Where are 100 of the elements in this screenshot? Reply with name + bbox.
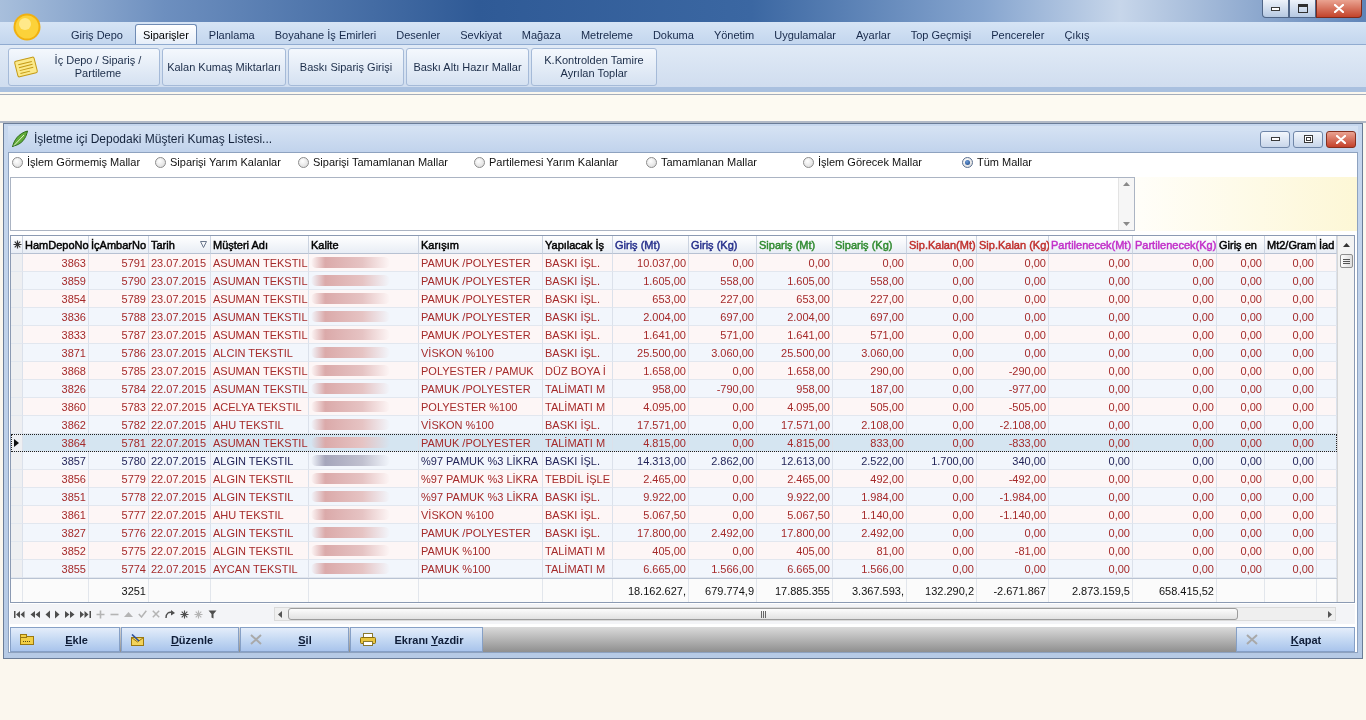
table-row[interactable]: 3868 5785 23.07.2015 ASUMAN TEKSTIL POLYESTER / PAMUK DÜZ BOYA İ 1.658,00 0,00 1.658,00 290,00 0,00 -290,00 0,00 0,00 0,00 0,00 [11,362,1337,380]
menu-tab[interactable]: Boyahane İş Emirleri [266,24,385,44]
table-row[interactable]: 3860 5783 22.07.2015 ACELYA TEKSTIL POLYESTER %100 TALİMATI M 4.095,00 0,00 4.095,00 505,00 0,00 -505,00 0,00 0,00 0,00 0,00 [11,398,1337,416]
close-button[interactable] [1326,130,1356,148]
radio-button[interactable] [803,156,814,168]
fast-forward-icon[interactable] [65,609,75,619]
action-button[interactable]: Düzenle [121,627,239,652]
scroll-right-icon[interactable] [1328,610,1332,618]
menu-tab[interactable]: Desenler [388,24,449,44]
table-row[interactable]: 3871 5786 23.07.2015 ALCIN TEKSTIL VİSKON %100 BASKI İŞL. 25.500,00 3.060,00 25.500,00 3.060,00 0,00 0,00 0,00 0,00 0,00 0,00 [11,344,1337,362]
ribbon-button[interactable]: Baskı Altı Hazır Mallar [406,48,529,86]
restore-button[interactable] [1293,130,1323,148]
asterisk-icon[interactable] [180,609,189,619]
table-row[interactable]: 3855 5774 22.07.2015 AYCAN TEKSTIL PAMUK %100 TALİMATI M 6.665,00 1.566,00 6.665,00 1.566,00 0,00 0,00 0,00 0,00 0,00 0,00 [11,560,1337,578]
window-title: İşletme içi Depodaki Müşteri Kumaş Listesi... [34,132,273,146]
ribbon-button[interactable]: K.Kontrolden Tamire Ayrılan Toplar [531,48,657,86]
curved-arrow-icon[interactable] [165,609,175,619]
table-row[interactable]: 3863 5791 23.07.2015 ASUMAN TEKSTIL PAMUK /POLYESTER BASKI İŞL. 10.037,00 0,00 0,00 0,00 0,00 0,00 0,00 0,00 0,00 0,00 [11,254,1337,272]
column-header[interactable]: Sipariş (Kg) [833,236,907,254]
action-button[interactable]: Ekranı Yazdir [350,627,483,652]
radio-button[interactable] [298,156,309,168]
column-header[interactable]: Müşteri Adı [211,236,309,254]
radio-button[interactable] [474,156,485,168]
column-header[interactable]: Yapılacak İş [543,236,613,254]
memo-field[interactable] [10,177,1135,231]
radio-label: İşlem Görecek Mallar [818,156,922,168]
scroll-left-icon[interactable] [278,610,282,618]
menu-tab[interactable]: Uygulamalar [766,24,844,44]
menu-tab[interactable]: Ayarlar [848,24,899,44]
funnel-icon[interactable] [208,609,217,619]
menu-tab[interactable]: Siparişler [134,24,197,44]
triangle-left-icon[interactable] [45,609,50,619]
column-header[interactable]: Giriş en [1217,236,1265,254]
column-header[interactable]: Tarih [149,236,211,254]
menu-tab[interactable]: Pencereler [983,24,1053,44]
table-row[interactable]: 3857 5780 22.07.2015 ALGIN TEKSTIL %97 PAMUK %3 LİKRA BASKI İŞL. 14.313,00 2.862,00 12.613,00 2.522,00 1.700,00 340,00 0,00 0,00 0,00 0,00 [11,452,1337,470]
scrollbar-thumb[interactable] [1339,254,1353,268]
scrollbar-thumb[interactable] [288,608,1238,620]
table-row[interactable]: 3826 5784 22.07.2015 ASUMAN TEKSTIL PAMUK /POLYESTER TALİMATI M 958,00 -790,00 958,00 187,00 0,00 -977,00 0,00 0,00 0,00 0,00 [11,380,1337,398]
radio-button[interactable] [646,156,657,168]
column-header[interactable]: Mt2/Gram [1265,236,1317,254]
column-header[interactable]: Sip.Kalan(Mt) [907,236,977,254]
menu-tab[interactable]: Planlama [200,24,263,44]
minimize-button[interactable] [1262,0,1289,18]
menu-tab[interactable]: Mağaza [513,24,569,44]
table-row[interactable]: 3827 5776 22.07.2015 ALGIN TEKSTIL PAMUK /POLYESTER BASKI İŞL. 17.800,00 2.492,00 17.800,00 2.492,00 0,00 0,00 0,00 0,00 0,00 0,00 [11,524,1337,542]
scroll-up-icon[interactable] [1342,243,1350,247]
rewind-icon[interactable] [30,609,40,619]
scroll-down-icon[interactable] [1123,222,1130,226]
menu-tab[interactable]: Sevkiyat [452,24,510,44]
total-cell: 3.367.593, [833,579,907,602]
table-row[interactable]: 3833 5787 23.07.2015 ASUMAN TEKSTIL PAMUK /POLYESTER BASKI İŞL. 1.641,00 571,00 1.641,00 571,00 0,00 0,00 0,00 0,00 0,00 0,00 [11,326,1337,344]
close-action-button[interactable]: Kapat [1236,627,1355,652]
menu-tab[interactable]: Top Geçmişi [902,24,980,44]
radio-button[interactable] [962,156,973,168]
column-header[interactable]: Kalite [309,236,419,254]
table-row[interactable]: 3862 5782 22.07.2015 AHU TEKSTIL VİSKON %100 BASKI İŞL. 17.571,00 0,00 17.571,00 2.108,00 0,00 -2.108,00 0,00 0,00 0,00 0,00 [11,416,1337,434]
close-button[interactable] [1316,0,1362,18]
total-cell: 18.162.627, [613,579,689,602]
radio-button[interactable] [12,156,23,168]
table-row[interactable]: 3854 5789 23.07.2015 ASUMAN TEKSTIL PAMUK /POLYESTER BASKI İŞL. 653,00 227,00 653,00 227,00 0,00 0,00 0,00 0,00 0,00 0,00 [11,290,1337,308]
table-row[interactable]: 3859 5790 23.07.2015 ASUMAN TEKSTIL PAMUK /POLYESTER BASKI İŞL. 1.605,00 558,00 1.605,00 558,00 0,00 0,00 0,00 0,00 0,00 0,00 [11,272,1337,290]
menu-tab[interactable]: Dokuma [644,24,702,44]
ribbon-button[interactable]: İç Depo / Sipariş / Partileme [8,48,160,86]
grip-icon [1342,258,1350,264]
menu-tab[interactable]: Çıkış [1056,24,1098,44]
row-selector[interactable] [11,434,23,452]
column-header[interactable]: Partilenecek(Kg) [1133,236,1217,254]
column-header[interactable]: HamDepoNo [23,236,89,254]
total-cell: 679.774,9 [689,579,757,602]
ribbon-button[interactable]: Kalan Kumaş Miktarları [162,48,286,86]
vertical-scrollbar[interactable] [1118,178,1134,230]
column-header[interactable]: Giriş (Mt) [613,236,689,254]
column-header[interactable]: Karışım [419,236,543,254]
table-row[interactable]: 3852 5775 22.07.2015 ALGIN TEKSTIL PAMUK %100 TALİMATI M 405,00 0,00 405,00 81,00 0,00 -81,00 0,00 0,00 0,00 0,00 [11,542,1337,560]
column-header[interactable]: Partilenecek(Mt) [1049,236,1133,254]
table-row[interactable]: 3856 5779 22.07.2015 ALGIN TEKSTIL %97 PAMUK %3 LİKRA TEBDİL İŞLE 2.465,00 0,00 2.465,00 492,00 0,00 -492,00 0,00 0,00 0,00 0,00 [11,470,1337,488]
column-header[interactable]: İçAmbarNo [89,236,149,254]
vertical-scrollbar[interactable] [1337,236,1354,602]
table-row[interactable]: 3836 5788 23.07.2015 ASUMAN TEKSTIL PAMUK /POLYESTER BASKI İŞL. 2.004,00 697,00 2.004,00 697,00 0,00 0,00 0,00 0,00 0,00 0,00 [11,308,1337,326]
table-row[interactable]: 3851 5778 22.07.2015 ALGIN TEKSTIL %97 PAMUK %3 LİKRA BASKI İŞL. 9.922,00 0,00 9.922,00 1.984,00 0,00 -1.984,00 0,00 0,00 0,00 0,00 [11,488,1337,506]
column-header[interactable]: Sip.Kalan (Kg) [977,236,1049,254]
ribbon-button[interactable]: Baskı Sipariş Girişi [288,48,404,86]
column-header[interactable]: Sipariş (Mt) [757,236,833,254]
column-header[interactable]: Giriş (Kg) [689,236,757,254]
skip-start-icon[interactable] [14,609,25,619]
column-header[interactable]: İad [1317,236,1337,254]
menu-tab[interactable]: Giriş Depo [63,24,131,44]
horizontal-scrollbar[interactable] [274,607,1336,621]
skip-end-icon[interactable] [80,609,91,619]
action-button[interactable]: Ekle [10,627,120,652]
table-row[interactable]: 3861 5777 22.07.2015 AHU TEKSTIL VİSKON %100 BASKI İŞL. 5.067,50 0,00 5.067,50 1.140,00 0,00 -1.140,00 0,00 0,00 0,00 0,00 [11,506,1337,524]
action-button[interactable]: Sil [240,627,349,652]
radio-button[interactable] [155,156,166,168]
table-row[interactable]: 3864 5781 22.07.2015 ASUMAN TEKSTIL PAMUK /POLYESTER TALİMATI M 4.815,00 0,00 4.815,00 833,00 0,00 -833,00 0,00 0,00 0,00 0,00 [11,434,1337,452]
menu-tab[interactable]: Metreleme [572,24,641,44]
triangle-right-icon[interactable] [55,609,60,619]
maximize-button[interactable] [1289,0,1316,18]
menu-tab[interactable]: Yönetim [705,24,763,44]
minimize-button[interactable] [1260,130,1290,148]
